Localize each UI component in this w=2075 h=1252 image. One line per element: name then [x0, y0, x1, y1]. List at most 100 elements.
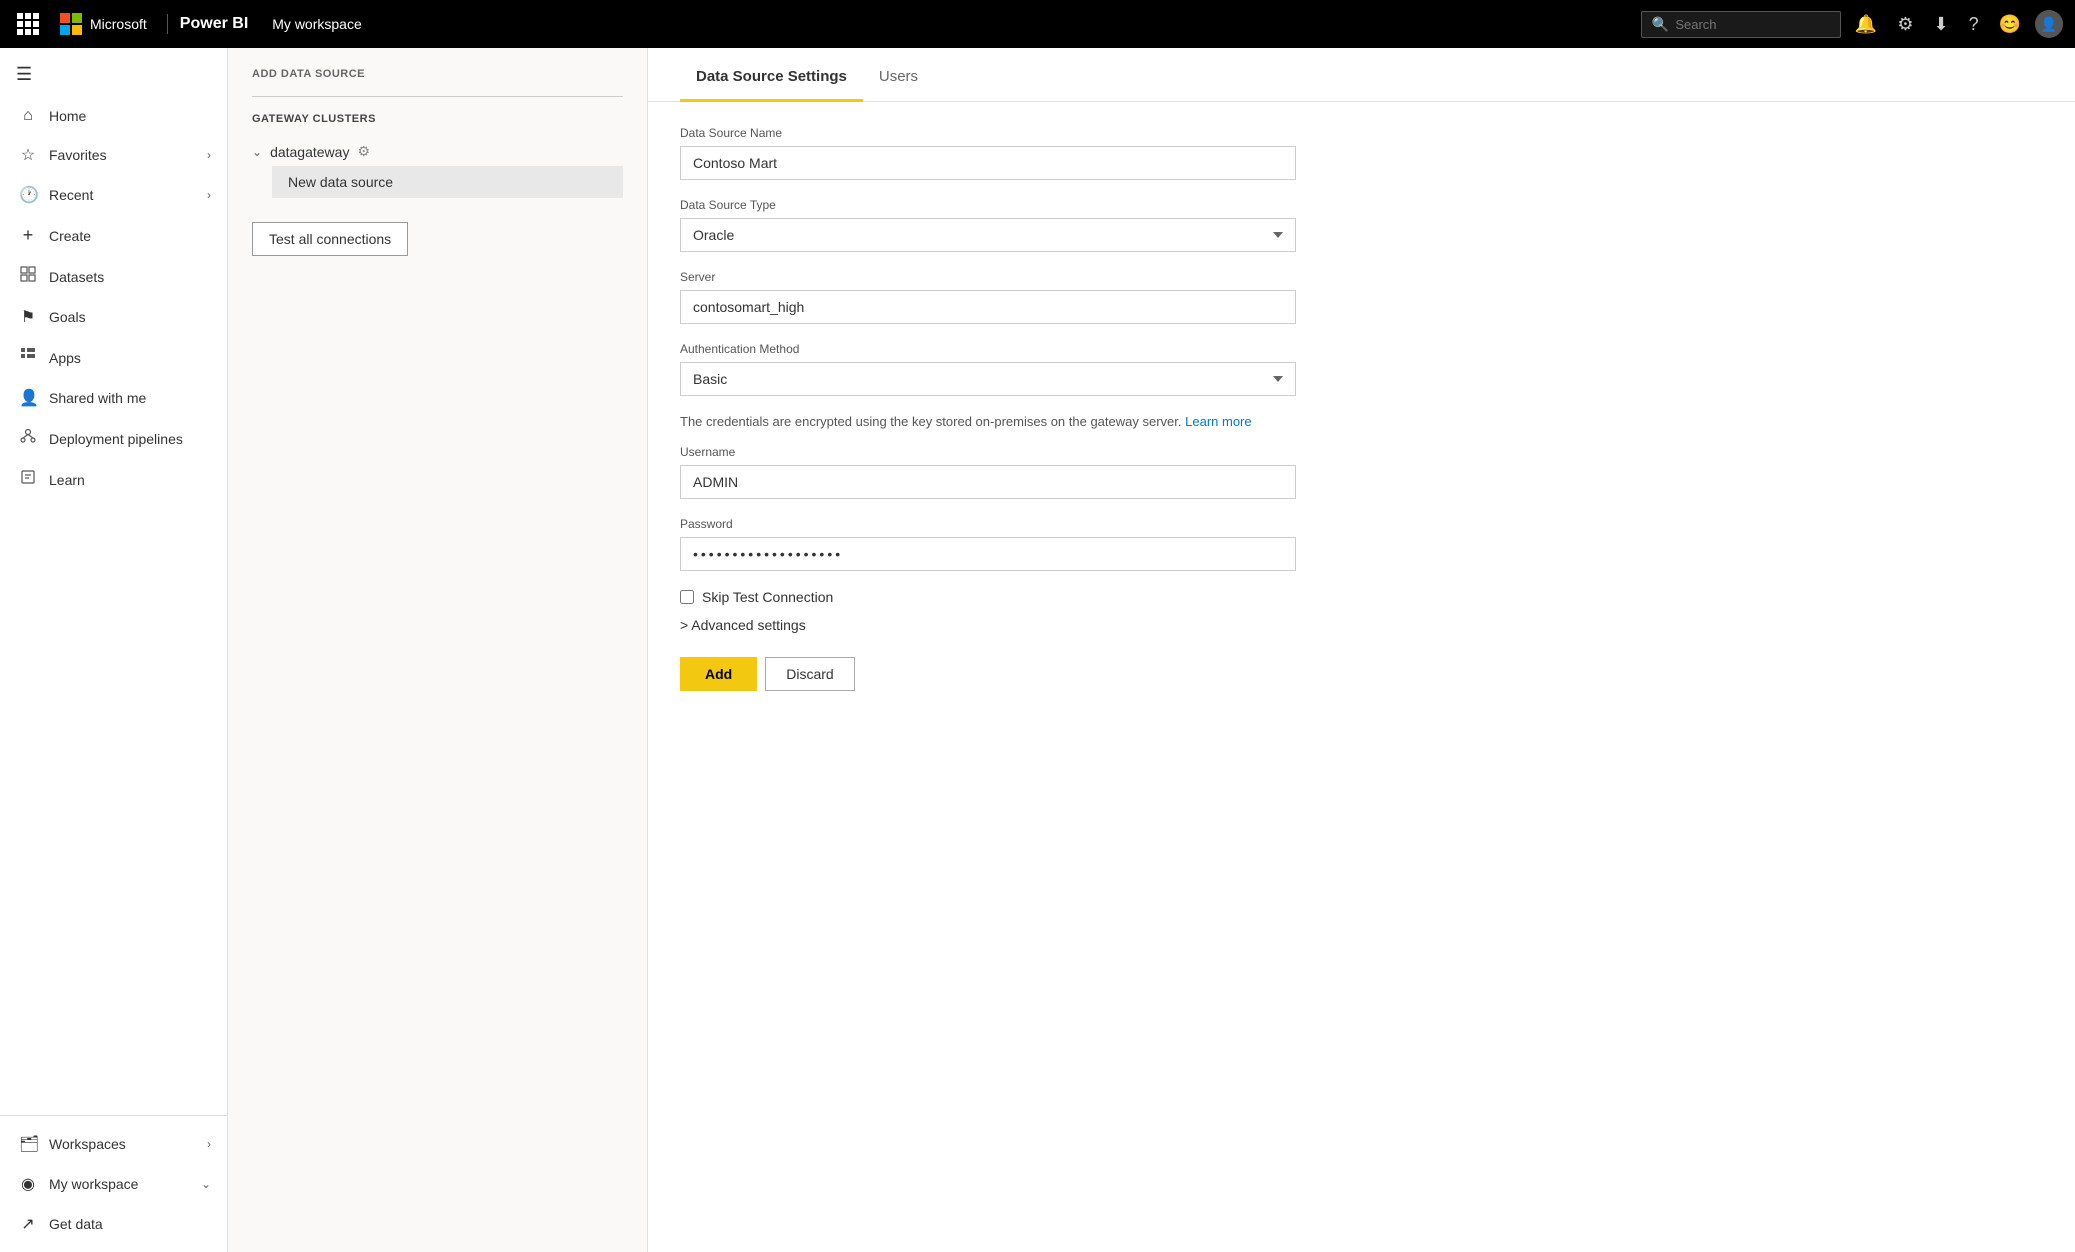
content-area: Add Data Source Gateway Clusters ⌄ datag… [228, 48, 2075, 1252]
workspaces-icon: 🗂 [19, 1134, 37, 1154]
sidebar-item-goals[interactable]: ⚑ Goals [0, 297, 227, 337]
password-field: Password [680, 517, 1296, 571]
apps-icon [19, 347, 37, 368]
shared-icon: 👤 [19, 388, 37, 408]
datasource-name-label: Data Source Name [680, 126, 1296, 140]
server-field: Server [680, 270, 1296, 324]
datasets-icon [19, 266, 37, 287]
chevron-down-icon: ⌄ [201, 1177, 211, 1191]
password-label: Password [680, 517, 1296, 531]
sidebar-item-label: Workspaces [49, 1136, 126, 1152]
chevron-right-icon: › [207, 1137, 211, 1151]
search-input[interactable] [1675, 17, 1815, 32]
topbar-divider [167, 14, 168, 34]
sidebar-item-label: Learn [49, 472, 85, 488]
sidebar-item-label: Apps [49, 350, 81, 366]
discard-button[interactable]: Discard [765, 657, 854, 691]
new-datasource-item[interactable]: New data source [272, 166, 623, 198]
datasource-name-input[interactable] [680, 146, 1296, 180]
help-icon[interactable]: ? [1963, 14, 1985, 35]
ms-logo: Microsoft [60, 13, 147, 35]
search-box[interactable]: 🔍 [1641, 11, 1841, 38]
deployment-icon [19, 428, 37, 449]
advanced-settings-label: > Advanced settings [680, 617, 806, 633]
server-label: Server [680, 270, 1296, 284]
right-panel: Data Source Settings Users Data Source N… [648, 48, 2075, 1252]
learn-icon [19, 469, 37, 490]
sidebar-item-shared-with-me[interactable]: 👤 Shared with me [0, 378, 227, 418]
chevron-right-icon: › [207, 148, 211, 162]
app-name: Power BI [180, 15, 248, 33]
tab-data-source-settings[interactable]: Data Source Settings [680, 48, 863, 102]
left-panel: Add Data Source Gateway Clusters ⌄ datag… [228, 48, 648, 1252]
form-buttons: Add Discard [680, 657, 1296, 691]
sidebar-item-deployment-pipelines[interactable]: Deployment pipelines [0, 418, 227, 459]
auth-method-select[interactable]: Basic Windows OAuth2 [680, 362, 1296, 396]
auth-method-label: Authentication Method [680, 342, 1296, 356]
feedback-icon[interactable]: 😊 [1993, 14, 2027, 35]
datasource-type-field: Data Source Type Oracle SQL Server MySQL… [680, 198, 1296, 252]
sidebar-item-label: Create [49, 228, 91, 244]
my-workspace-icon: ◉ [19, 1174, 37, 1194]
chevron-right-icon: › [207, 188, 211, 202]
advanced-settings-toggle[interactable]: > Advanced settings [680, 617, 1296, 633]
sidebar-item-learn[interactable]: Learn [0, 459, 227, 500]
learn-more-link[interactable]: Learn more [1185, 414, 1251, 429]
sidebar-item-favorites[interactable]: ☆ Favorites › [0, 135, 227, 175]
skip-test-connection: Skip Test Connection [680, 589, 1296, 605]
tab-users[interactable]: Users [863, 48, 934, 102]
sidebar-item-datasets[interactable]: Datasets [0, 256, 227, 297]
username-field: Username [680, 445, 1296, 499]
skip-test-checkbox[interactable] [680, 590, 694, 604]
waffle-menu[interactable] [12, 8, 44, 40]
sidebar-item-label: Home [49, 108, 86, 124]
password-input[interactable] [680, 537, 1296, 571]
username-input[interactable] [680, 465, 1296, 499]
gateway-settings-icon[interactable]: ⚙ [357, 143, 370, 160]
server-input[interactable] [680, 290, 1296, 324]
gateway-clusters-label: Gateway Clusters [252, 113, 623, 125]
sidebar-item-label: My workspace [49, 1176, 138, 1192]
add-button[interactable]: Add [680, 657, 757, 691]
create-icon: + [19, 225, 37, 246]
get-data-icon: ↗ [19, 1214, 37, 1234]
sidebar-item-workspaces[interactable]: 🗂 Workspaces › [0, 1124, 227, 1164]
sidebar-item-label: Recent [49, 187, 93, 203]
sidebar-item-label: Goals [49, 309, 86, 325]
sidebar-item-create[interactable]: + Create [0, 215, 227, 256]
sidebar-item-label: Shared with me [49, 390, 146, 406]
ms-name: Microsoft [90, 16, 147, 32]
gateway-item[interactable]: ⌄ datagateway ⚙ [252, 137, 623, 166]
test-all-connections-button[interactable]: Test all connections [252, 222, 408, 256]
skip-test-label: Skip Test Connection [702, 589, 833, 605]
credentials-note: The credentials are encrypted using the … [680, 414, 1296, 429]
sidebar: ☰ ⌂ Home ☆ Favorites › 🕐 Recent › + Crea… [0, 48, 228, 1252]
settings-icon[interactable]: ⚙ [1891, 14, 1919, 35]
download-icon[interactable]: ⬇ [1927, 14, 1954, 35]
gateway-name: datagateway [270, 144, 349, 160]
datasource-type-select[interactable]: Oracle SQL Server MySQL PostgreSQL [680, 218, 1296, 252]
auth-method-field: Authentication Method Basic Windows OAut… [680, 342, 1296, 396]
home-icon: ⌂ [19, 107, 37, 125]
notification-icon[interactable]: 🔔 [1849, 14, 1883, 35]
datasource-name-field: Data Source Name [680, 126, 1296, 180]
sidebar-item-home[interactable]: ⌂ Home [0, 97, 227, 135]
sidebar-item-get-data[interactable]: ↗ Get data [0, 1204, 227, 1244]
goals-icon: ⚑ [19, 307, 37, 327]
recent-icon: 🕐 [19, 185, 37, 205]
sidebar-toggle[interactable]: ☰ [12, 56, 36, 93]
datasource-type-label: Data Source Type [680, 198, 1296, 212]
sidebar-item-label: Get data [49, 1216, 103, 1232]
main-layout: ☰ ⌂ Home ☆ Favorites › 🕐 Recent › + Crea… [0, 48, 2075, 1252]
sidebar-item-recent[interactable]: 🕐 Recent › [0, 175, 227, 215]
sidebar-item-label: Datasets [49, 269, 104, 285]
username-label: Username [680, 445, 1296, 459]
sidebar-item-my-workspace[interactable]: ◉ My workspace ⌄ [0, 1164, 227, 1204]
topbar: Microsoft Power BI My workspace 🔍 🔔 ⚙ ⬇ … [0, 0, 2075, 48]
sidebar-item-apps[interactable]: Apps [0, 337, 227, 378]
avatar[interactable]: 👤 [2035, 10, 2063, 38]
add-data-source-label: Add Data Source [252, 68, 623, 80]
gateway-expand-icon: ⌄ [252, 145, 262, 159]
favorites-icon: ☆ [19, 145, 37, 165]
form-area: Data Source Name Data Source Type Oracle… [648, 102, 1328, 723]
